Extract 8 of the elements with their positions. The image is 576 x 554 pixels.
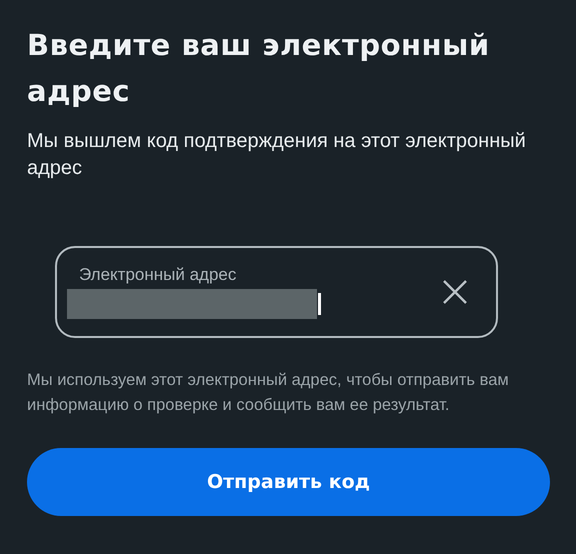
- text-cursor: [318, 293, 321, 315]
- email-field[interactable]: Электронный адрес: [55, 246, 498, 338]
- page-title: Введите ваш электронный адрес: [27, 27, 491, 110]
- info-text: Мы используем этот электронный адрес, чтобы отправить вам информацию о проверке и сообщить вам ее результат.: [27, 370, 510, 416]
- send-code-button[interactable]: Отправить код: [27, 448, 550, 516]
- subtitle: Мы вышлем код подтверждения на этот электронный адрес: [27, 129, 527, 181]
- field-label: Электронный адрес: [79, 265, 238, 285]
- clear-icon[interactable]: [442, 279, 468, 305]
